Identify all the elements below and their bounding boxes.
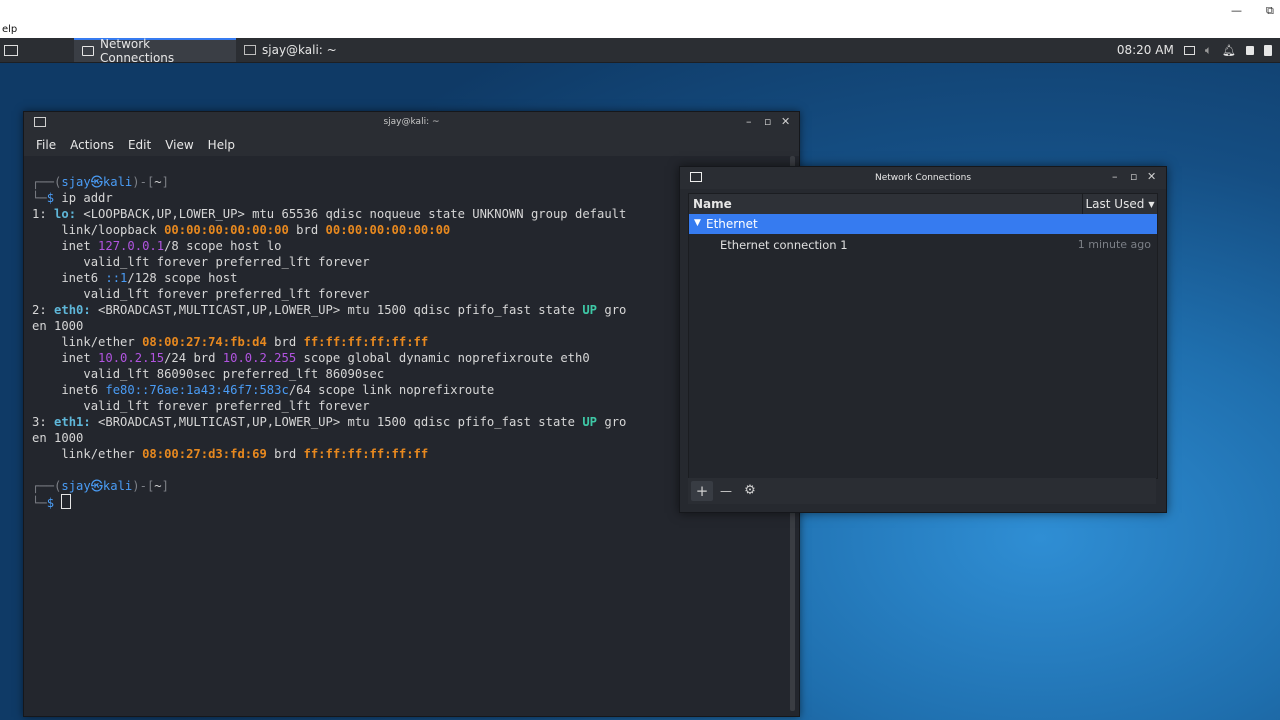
- terminal-icon: [244, 45, 256, 55]
- eth0-mac: 08:00:27:74:fb:d4: [142, 335, 267, 349]
- taskbar-label: Network Connections: [100, 38, 175, 65]
- system-tray: 08:20 AM 🔈︎ 🔔︎: [1117, 38, 1272, 62]
- add-connection-button[interactable]: +: [691, 481, 713, 501]
- taskbar-terminal[interactable]: sjay@kali: ~: [236, 38, 372, 62]
- column-last-used[interactable]: Last Used ▼: [1082, 194, 1157, 214]
- host-minimize-button[interactable]: —: [1231, 4, 1242, 17]
- lo-mac: 00:00:00:00:00:00: [164, 223, 289, 237]
- minimize-button[interactable]: –: [1112, 170, 1118, 183]
- lock-icon[interactable]: [1246, 45, 1254, 55]
- eth0-brd: 10.0.2.255: [222, 351, 297, 365]
- close-button[interactable]: ✕: [1147, 170, 1156, 183]
- close-button[interactable]: ✕: [781, 115, 790, 128]
- terminal-cursor: [61, 494, 72, 509]
- eth0-brd-mac: ff:ff:ff:ff:ff:ff: [303, 335, 429, 349]
- remove-connection-button[interactable]: —: [715, 481, 737, 501]
- maximize-button[interactable]: ▫: [764, 115, 771, 128]
- list-header: Name Last Used ▼: [689, 194, 1157, 214]
- host-restore-button[interactable]: ⧉: [1266, 4, 1274, 18]
- terminal-output[interactable]: ┌──(sjay㉿kali)-[~] └─$ ip addr 1: lo: <L…: [32, 174, 779, 716]
- lo-inet: 127.0.0.1: [98, 239, 165, 253]
- terminal-titlebar[interactable]: sjay@kali: ~ – ▫ ✕: [24, 112, 799, 134]
- top-panel: Network Connections sjay@kali: ~ 08:20 A…: [0, 38, 1280, 65]
- group-label: Ethernet: [706, 217, 758, 231]
- column-last-used-label: Last Used: [1085, 197, 1145, 211]
- host-menu-fragment[interactable]: elp: [2, 24, 17, 35]
- clock[interactable]: 08:20 AM: [1117, 43, 1174, 57]
- sort-down-icon: ▼: [1148, 199, 1155, 209]
- desktop: Network Connections sjay@kali: ~ 08:20 A…: [0, 38, 1280, 720]
- connections-list: Name Last Used ▼ ▼ Ethernet Ethernet con…: [688, 193, 1158, 479]
- menu-file[interactable]: File: [36, 138, 56, 152]
- notification-bell-icon[interactable]: 🔔︎: [1222, 44, 1236, 57]
- taskbar-label: sjay@kali: ~: [262, 43, 337, 57]
- eth1-brd-mac: ff:ff:ff:ff:ff:ff: [303, 447, 429, 461]
- menu-view[interactable]: View: [165, 138, 193, 152]
- display-icon[interactable]: [1183, 45, 1195, 55]
- output-line: 1: lo: <LOOPBACK,UP,LOWER_UP> mtu 65536 …: [32, 207, 627, 221]
- connection-row[interactable]: Ethernet connection 1 1 minute ago: [689, 234, 1157, 254]
- terminal-menubar: File Actions Edit View Help: [24, 134, 799, 156]
- column-name[interactable]: Name: [693, 197, 732, 211]
- lo-brd: 00:00:00:00:00:00: [325, 223, 451, 237]
- valid-lft-line: valid_lft forever preferred_lft forever: [83, 255, 370, 269]
- expand-triangle-icon[interactable]: ▼: [694, 218, 701, 228]
- eth0-inet: 10.0.2.15: [98, 351, 165, 365]
- connection-name: Ethernet connection 1: [720, 238, 848, 252]
- menu-actions[interactable]: Actions: [70, 138, 114, 152]
- menu-edit[interactable]: Edit: [128, 138, 151, 152]
- app-menu-icon: [4, 44, 18, 56]
- menu-help[interactable]: Help: [208, 138, 235, 152]
- command-text: ip addr: [61, 191, 113, 205]
- minimize-button[interactable]: –: [746, 115, 752, 128]
- valid-lft-line: valid_lft forever preferred_lft forever: [83, 287, 370, 301]
- prompt-host: kali: [102, 175, 133, 189]
- prompt-user: sjay: [61, 175, 91, 189]
- prompt-dir: ~: [154, 479, 162, 493]
- lo-inet6: ::1: [105, 271, 128, 285]
- prompt-dir: ~: [154, 175, 162, 189]
- maximize-button[interactable]: ▫: [1130, 170, 1137, 183]
- power-icon[interactable]: [1264, 44, 1272, 56]
- valid-lft-line: valid_lft forever preferred_lft forever: [83, 399, 370, 413]
- host-window-bar: elp — ⧉: [0, 0, 1280, 39]
- valid-lft-line: valid_lft 86090sec preferred_lft 86090se…: [83, 367, 385, 381]
- eth1-mac: 08:00:27:d3:fd:69: [142, 447, 267, 461]
- app-menu-button[interactable]: [0, 38, 30, 62]
- nc-toolbar: + — ⚙: [688, 478, 1156, 504]
- taskbar-network-connections[interactable]: Network Connections: [74, 38, 236, 65]
- prompt-user: sjay: [61, 479, 91, 493]
- terminal-title: sjay@kali: ~: [383, 117, 440, 127]
- network-connections-window: Network Connections – ▫ ✕ Name Last Used…: [679, 166, 1167, 513]
- connection-last-used: 1 minute ago: [1077, 238, 1151, 251]
- nc-title: Network Connections: [874, 173, 972, 183]
- prompt-host: kali: [102, 479, 133, 493]
- volume-icon[interactable]: 🔈︎: [1205, 43, 1212, 58]
- eth0-inet6: fe80::76ae:1a43:46f7:583c: [105, 383, 289, 397]
- window-icon: [82, 46, 94, 56]
- group-ethernet[interactable]: ▼ Ethernet: [689, 214, 1157, 234]
- nc-titlebar[interactable]: Network Connections – ▫ ✕: [680, 167, 1166, 189]
- settings-gear-icon[interactable]: ⚙: [739, 481, 761, 501]
